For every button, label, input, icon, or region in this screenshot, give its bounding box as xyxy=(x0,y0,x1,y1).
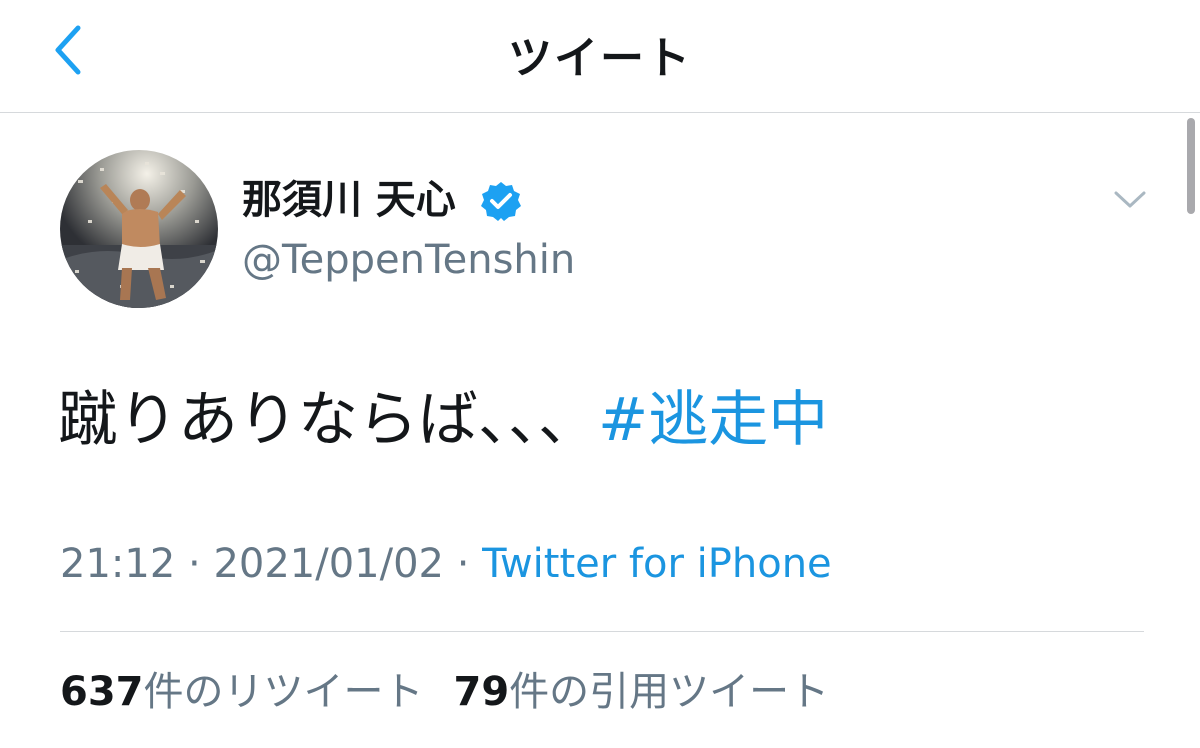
avatar-image xyxy=(60,150,218,308)
tweet-source-link[interactable]: Twitter for iPhone xyxy=(482,541,832,587)
hashtag-link[interactable]: #逃走中 xyxy=(598,385,828,455)
navigation-bar: ツイート xyxy=(0,0,1200,113)
chevron-down-icon[interactable] xyxy=(1112,184,1148,214)
retweets-stat[interactable]: 637件のリツイート xyxy=(60,669,424,715)
retweets-label: 件のリツイート xyxy=(143,669,424,715)
tweet-date: 2021/01/02 xyxy=(213,541,444,587)
quotes-count: 79 xyxy=(453,669,510,715)
meta-separator: · xyxy=(175,541,214,587)
scroll-indicator[interactable] xyxy=(1187,118,1195,214)
tweet-time: 21:12 xyxy=(60,541,176,587)
user-handle[interactable]: @TeppenTenshin xyxy=(242,236,575,284)
verified-badge-icon xyxy=(481,182,521,221)
quotes-stat[interactable]: 79件の引用ツイート xyxy=(454,669,830,715)
quotes-label: 件の引用ツイート xyxy=(509,669,830,715)
retweets-count: 637 xyxy=(60,669,144,715)
tweet-body: 蹴りありならば、、、 xyxy=(58,385,598,455)
tweet-text: 蹴りありならば、、、#逃走中 xyxy=(58,382,828,458)
meta-separator: · xyxy=(443,541,483,587)
divider xyxy=(60,631,1144,632)
display-name[interactable]: 那須川 天心 xyxy=(242,176,456,224)
tweet-meta: 21:12 · 2021/01/02 · Twitter for iPhone xyxy=(60,540,832,588)
page-title: ツイート xyxy=(508,33,692,84)
avatar[interactable] xyxy=(60,150,218,308)
tweet-stats: 637件のリツイート 79件の引用ツイート xyxy=(60,668,829,716)
